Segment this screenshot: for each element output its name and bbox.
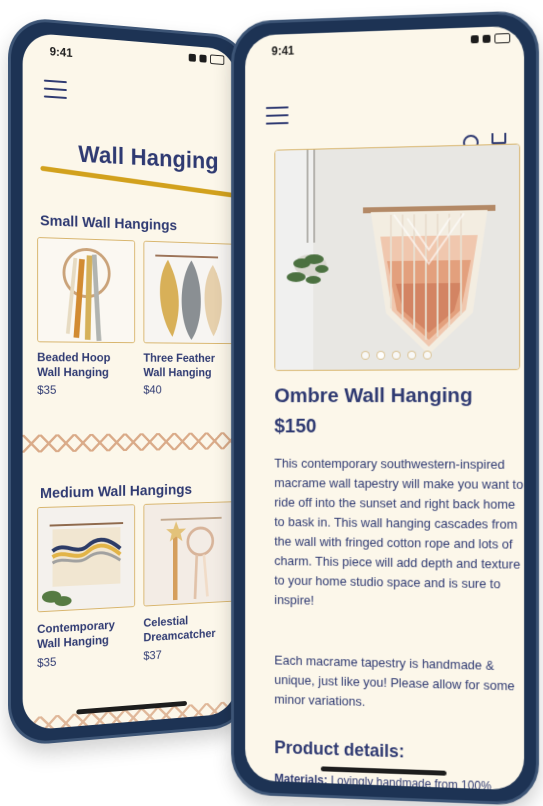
product-name[interactable]: Beaded Hoop Wall Hanging	[37, 350, 131, 380]
celestial-image	[144, 502, 236, 606]
materials-label: Materials:	[274, 771, 328, 788]
signal-icon	[188, 53, 196, 62]
status-time: 9:41	[49, 44, 73, 60]
product-price: $35	[37, 654, 57, 671]
wifi-icon	[199, 54, 207, 63]
menu-line	[265, 114, 289, 117]
front-phone-mockup: 9:41 Ombre Wall Hanging $150 This contem…	[231, 10, 539, 806]
product-image-beaded-hoop[interactable]	[37, 237, 136, 344]
product-details-title: Product details:	[274, 737, 405, 762]
bottom-diamond-divider	[22, 699, 237, 731]
product-image-contemporary[interactable]	[37, 504, 136, 613]
product-image-celestial[interactable]	[143, 501, 237, 607]
menu-line	[43, 95, 67, 99]
status-icons	[188, 53, 225, 66]
carousel-dot[interactable]	[406, 350, 416, 360]
back-phone-screen: 9:41 Wall Hanging Small Wall Hangings Be…	[22, 32, 237, 731]
signal-icon	[470, 35, 479, 44]
menu-icon[interactable]	[43, 79, 67, 99]
product-description-1: This contemporary southwestern-inspired …	[274, 455, 524, 608]
battery-icon	[494, 33, 511, 44]
menu-line	[265, 122, 289, 125]
product-title: Ombre Wall Hanging	[274, 384, 473, 408]
section-title-small: Small Wall Hangings	[40, 212, 178, 235]
menu-line	[265, 106, 289, 110]
ombre-wall-hanging-image	[275, 144, 520, 370]
three-feather-image	[144, 241, 236, 344]
product-name[interactable]: Contemporary Wall Hanging	[37, 617, 131, 652]
product-description-2: Each macrame tapestry is handmade & uniq…	[274, 652, 515, 709]
section-title-medium: Medium Wall Hangings	[40, 481, 192, 503]
product-price: $37	[143, 647, 162, 663]
wifi-icon	[482, 34, 491, 43]
status-icons	[470, 33, 511, 44]
product-name[interactable]: Celestial Dreamcatcher	[143, 611, 233, 645]
diamond-divider	[22, 431, 237, 453]
back-phone-mockup: 9:41 Wall Hanging Small Wall Hangings Be…	[8, 16, 250, 747]
product-price: $40	[143, 382, 162, 397]
carousel-dot[interactable]	[422, 350, 432, 360]
front-phone-screen: 9:41 Ombre Wall Hanging $150 This contem…	[245, 25, 525, 791]
product-name[interactable]: Three Feather Wall Hanging	[143, 351, 233, 380]
hero-product-image[interactable]	[274, 143, 521, 371]
carousel-dots	[275, 350, 519, 360]
carousel-dot-active[interactable]	[375, 350, 385, 360]
product-price: $150	[274, 415, 317, 438]
menu-line	[43, 79, 67, 84]
contemporary-image	[38, 505, 135, 612]
product-price: $35	[37, 382, 57, 397]
beaded-hoop-image	[38, 238, 135, 343]
carousel-dot[interactable]	[391, 350, 401, 360]
product-image-three-feather[interactable]	[143, 240, 237, 345]
menu-icon[interactable]	[265, 106, 289, 125]
carousel-dot[interactable]	[360, 350, 370, 360]
menu-line	[43, 87, 67, 92]
battery-icon	[210, 54, 225, 66]
materials-text: Lovingly handmade from 100%	[330, 773, 492, 791]
page-title: Wall Hanging	[78, 141, 219, 175]
status-time: 9:41	[271, 43, 295, 59]
